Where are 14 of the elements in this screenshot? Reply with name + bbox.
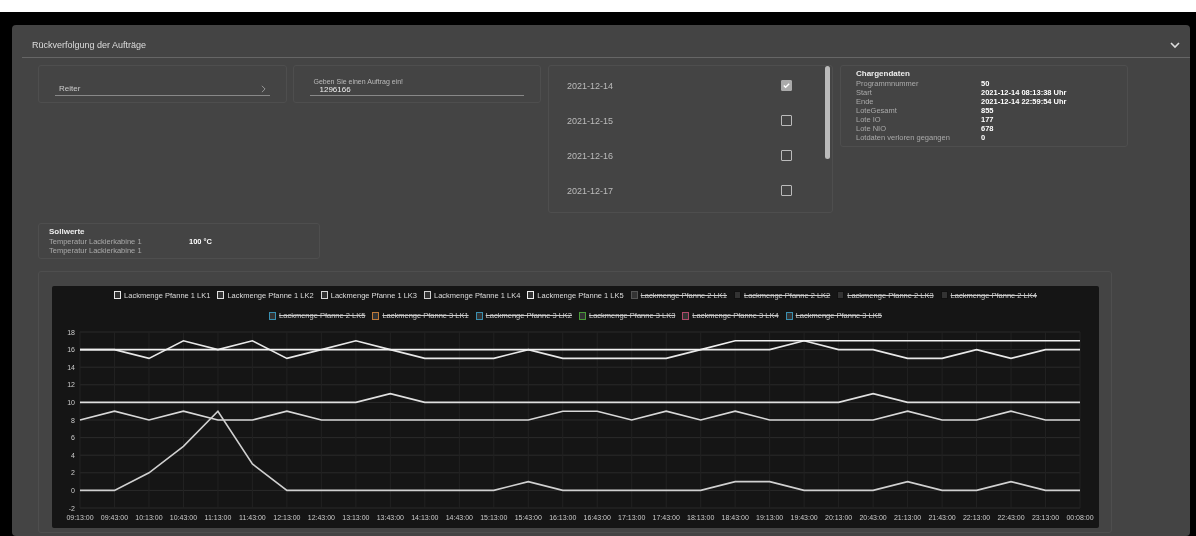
date-label[interactable]: 2021-12-15 <box>567 115 614 126</box>
date-label[interactable]: 2021-12-14 <box>567 80 614 91</box>
checkbox[interactable] <box>781 80 792 91</box>
panel-title: Rückverfolgung der Aufträge <box>32 40 147 50</box>
scrollbar[interactable] <box>825 66 830 159</box>
chevron-icon[interactable] <box>1170 40 1180 50</box>
chevron-right-icon <box>260 84 266 93</box>
checkbox[interactable] <box>781 185 792 196</box>
checkbox[interactable] <box>781 115 792 126</box>
setpoints-title: Sollwerte <box>49 227 86 237</box>
date-label[interactable]: 2021-12-16 <box>567 150 614 161</box>
checkbox[interactable] <box>781 150 792 161</box>
date-label[interactable]: 2021-12-17 <box>567 185 614 196</box>
batch-title: Chargendaten <box>856 69 911 79</box>
